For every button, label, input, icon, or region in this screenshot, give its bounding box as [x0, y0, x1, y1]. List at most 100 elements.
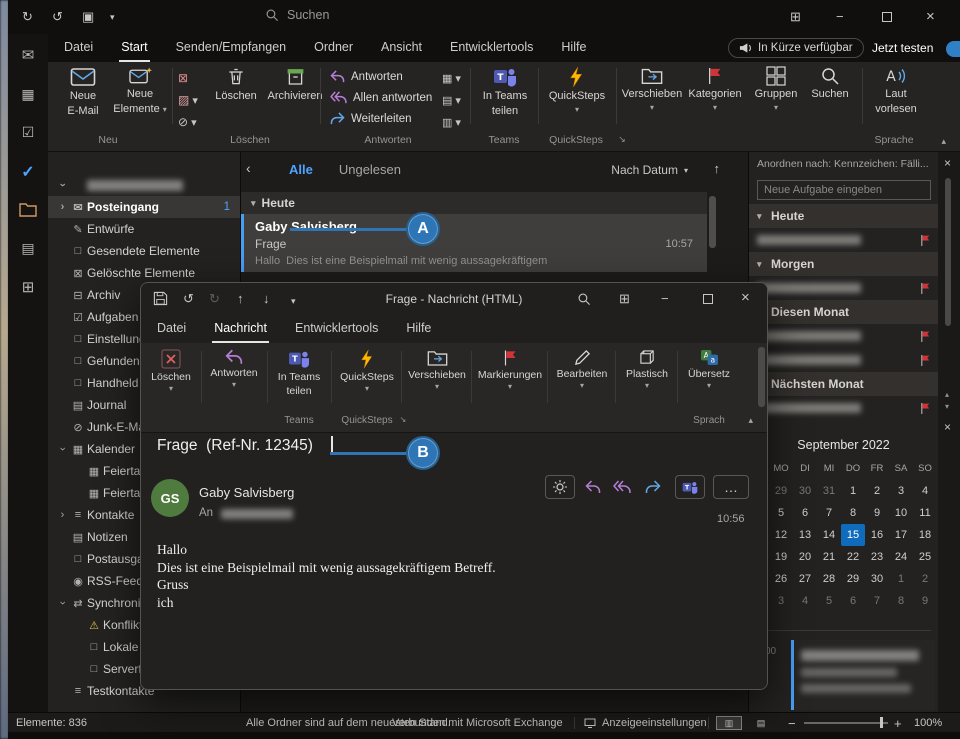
more-respond-button[interactable]: ▥▾	[442, 112, 461, 132]
message-tab[interactable]: Hilfe	[404, 315, 433, 343]
ribbon-tab[interactable]: Start	[119, 34, 149, 62]
edit-button[interactable]: Bearbeiten▾	[551, 349, 613, 390]
zoom-out-button[interactable]: −	[788, 716, 796, 731]
ribbon-tab[interactable]: Datei	[62, 34, 95, 62]
archive-button[interactable]: Archivieren	[264, 66, 326, 103]
calendar-month-title[interactable]: September 2022	[749, 438, 938, 452]
more-actions-button[interactable]: …	[713, 475, 749, 499]
calendar-day[interactable]: 1	[889, 568, 913, 590]
folder-item[interactable]: › Gelöschte Elemente	[48, 262, 240, 284]
notes-module-icon[interactable]: ▤	[8, 240, 48, 257]
calendar-day[interactable]: 31	[817, 480, 841, 502]
calendar-day[interactable]: 14	[817, 524, 841, 546]
ribbon-tab[interactable]: Hilfe	[559, 34, 588, 62]
close-todo-bar-icon[interactable]: ×	[944, 156, 951, 170]
window-grid-icon[interactable]: ⊞	[790, 9, 801, 25]
calendar-day[interactable]: 6	[841, 590, 865, 612]
new-task-input[interactable]	[757, 180, 931, 200]
list-group-header[interactable]: ▾ Heute	[241, 192, 707, 214]
mail-module-icon[interactable]: ✉	[8, 46, 48, 64]
list-scrollbar[interactable]	[709, 196, 716, 248]
zoom-slider-thumb[interactable]	[880, 717, 883, 728]
quick-access-icon[interactable]: ▣	[82, 9, 94, 25]
translate-button[interactable]: Aa Übersetz▾	[681, 349, 737, 390]
sender-avatar[interactable]: GS	[151, 479, 189, 517]
calendar-day[interactable]: 29	[841, 568, 865, 590]
calendar-day[interactable]: 17	[889, 524, 913, 546]
calendar-day[interactable]: 9	[913, 590, 937, 612]
new-mail-button[interactable]: NeueE-Mail	[56, 66, 110, 118]
folder-item[interactable]: › Gesendete Elemente	[48, 240, 240, 262]
tab-all[interactable]: Alle	[289, 162, 313, 177]
categories-button[interactable]: Kategorien ▾	[686, 66, 744, 112]
flag-icon[interactable]	[920, 234, 931, 247]
reply-all-icon[interactable]	[613, 480, 631, 494]
calendar-day[interactable]: 23	[865, 546, 889, 568]
calendar-day[interactable]: 19	[769, 546, 793, 568]
todo-row[interactable]: ▾	[749, 324, 939, 348]
reply-button[interactable]: Antworten	[330, 66, 432, 87]
calendar-day[interactable]: 16	[865, 524, 889, 546]
close-button[interactable]: ×	[741, 290, 750, 306]
calendar-day[interactable]: 22	[841, 546, 865, 568]
new-outlook-toggle[interactable]	[946, 41, 960, 57]
scroll-down-icon[interactable]: ▾	[945, 402, 949, 411]
calendar-day[interactable]: 6	[793, 502, 817, 524]
dialog-launcher-icon[interactable]: ↘	[618, 134, 626, 145]
calendar-day[interactable]: 24	[889, 546, 913, 568]
calendar-day[interactable]: 1	[841, 480, 865, 502]
teams-share-button[interactable]: T	[675, 475, 705, 499]
reply-icon[interactable]	[585, 480, 601, 494]
close-calendar-peek-icon[interactable]: ×	[944, 420, 951, 434]
folder-item[interactable]: › Posteingang 1	[48, 196, 240, 218]
immersive-button[interactable]: Plastisch▾	[619, 349, 675, 390]
calendar-day[interactable]: 26	[769, 568, 793, 590]
panel-scrollbar[interactable]	[945, 178, 951, 326]
minimize-button[interactable]: −	[661, 291, 669, 307]
calendar-day[interactable]: 10	[889, 502, 913, 524]
search-icon[interactable]	[577, 292, 591, 306]
folder-item[interactable]: ›	[48, 174, 240, 196]
collapse-ribbon-icon[interactable]: ▴	[748, 415, 753, 426]
read-aloud-button[interactable]: A Lautvorlesen	[868, 66, 924, 116]
display-settings-label[interactable]: Anzeigeeinstellungen	[602, 717, 707, 729]
undo-icon[interactable]: ↺	[52, 9, 63, 25]
todo-row[interactable]: ▾ Nächsten Monat	[749, 372, 939, 396]
message-tab[interactable]: Nachricht	[212, 315, 269, 343]
delete-button[interactable]: Löschen	[210, 66, 262, 103]
todo-row[interactable]: ▾	[749, 228, 939, 252]
sort-direction-icon[interactable]: ↑	[714, 161, 721, 176]
zoom-level[interactable]: 100%	[914, 717, 942, 729]
dialog-launcher-icon[interactable]: ↘	[400, 415, 407, 424]
calendar-day[interactable]: 28	[817, 568, 841, 590]
email-list-item[interactable]: Gaby Salvisberg Frage 10:57 Hallo Dies i…	[241, 214, 707, 272]
delete-button[interactable]: Löschen▾	[143, 349, 199, 393]
calendar-day[interactable]: 4	[913, 480, 937, 502]
new-items-button[interactable]: Neue Elemente▾	[112, 66, 168, 116]
tab-unread[interactable]: Ungelesen	[339, 162, 401, 177]
todo-row[interactable]: ▾ Morgen	[749, 252, 939, 276]
zoom-in-button[interactable]: +	[894, 716, 902, 731]
move-button[interactable]: Verschieben ▾	[622, 66, 682, 112]
calendar-day[interactable]: 15	[841, 524, 865, 546]
calendar-day[interactable]: 25	[913, 546, 937, 568]
reply-button[interactable]: Antworten▾	[205, 349, 263, 389]
folder-item[interactable]: › Entwürfe	[48, 218, 240, 240]
calendar-day[interactable]: 20	[793, 546, 817, 568]
calendar-day[interactable]: 8	[841, 502, 865, 524]
calendar-day[interactable]: 4	[793, 590, 817, 612]
calendar-day[interactable]: 2	[913, 568, 937, 590]
calendar-day[interactable]: 12	[769, 524, 793, 546]
scroll-up-icon[interactable]: ▴	[945, 390, 949, 399]
customize-toolbar-icon[interactable]: ▾	[110, 9, 115, 25]
chevron-icon[interactable]: ›	[57, 443, 69, 456]
window-grid-icon[interactable]: ⊞	[619, 291, 630, 307]
collapse-ribbon-icon[interactable]: ▴	[941, 136, 946, 147]
meeting-button[interactable]: ▦▾	[442, 68, 461, 88]
view-mode-reading-button[interactable]: ▥	[716, 716, 742, 730]
todo-row[interactable]: ▾	[749, 396, 939, 420]
forward-button[interactable]: Weiterleiten	[330, 108, 432, 129]
ribbon-tab[interactable]: Senden/Empfangen	[174, 34, 289, 62]
chevron-icon[interactable]: ›	[57, 179, 69, 192]
theme-toggle-button[interactable]	[545, 475, 575, 499]
